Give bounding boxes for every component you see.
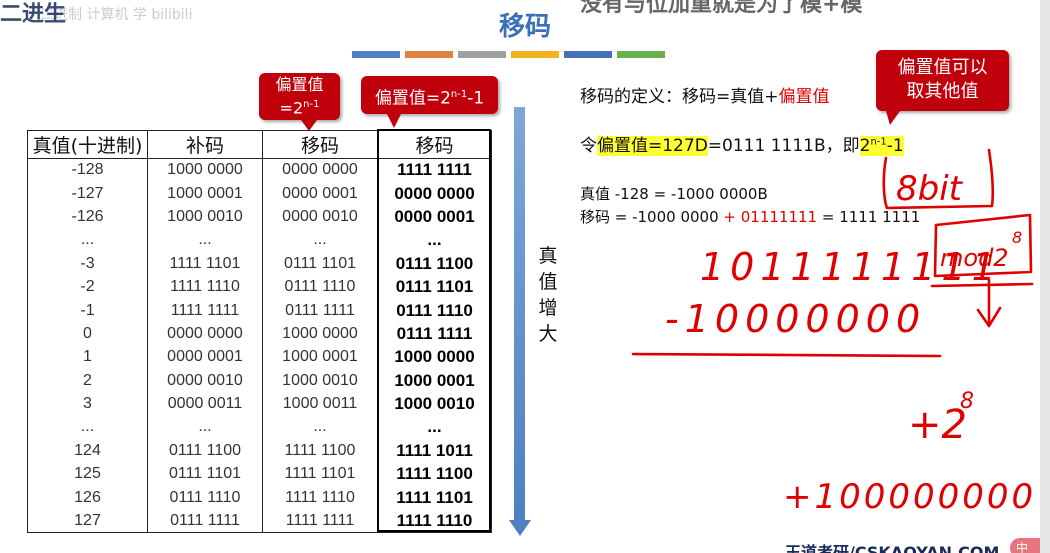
ink-plus-two: +2 bbox=[908, 402, 967, 448]
ink-line2: -10000000 bbox=[665, 297, 926, 341]
ink-plus-two-exp: 8 bbox=[960, 389, 974, 414]
ink-8bit: 8bit bbox=[896, 169, 964, 209]
ink-plus-big: +100000000 bbox=[783, 477, 1036, 517]
ink-line1: 1011111111 bbox=[700, 245, 1002, 289]
footer-brand: 王道考研/CSKAOYAN.COM bbox=[785, 543, 1000, 553]
window-right-edge bbox=[1040, 0, 1050, 553]
ink-sum-line bbox=[631, 352, 942, 358]
ink-mod-exp: 8 bbox=[1012, 228, 1022, 247]
handwriting-layer: 8bit mod2 8 1011111111 -10000000 +2 8 +1… bbox=[631, 148, 1036, 517]
